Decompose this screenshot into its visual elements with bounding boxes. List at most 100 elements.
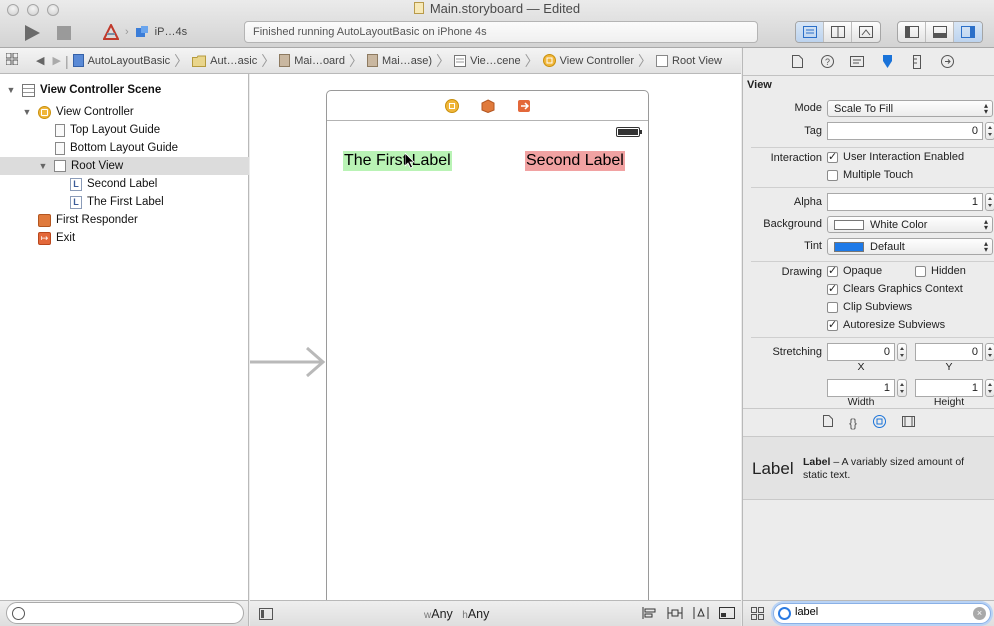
second-label[interactable]: Second Label bbox=[525, 151, 625, 171]
grid-view-icon[interactable] bbox=[751, 607, 764, 620]
size-inspector-tab[interactable] bbox=[909, 54, 925, 70]
run-button[interactable] bbox=[22, 24, 42, 42]
tag-stepper[interactable] bbox=[985, 122, 994, 140]
canvas-bottom-bar: wAny hAny bbox=[250, 600, 741, 626]
breadcrumb-storyboard[interactable]: Mai…oard bbox=[275, 54, 349, 67]
label-icon: L bbox=[70, 195, 82, 209]
breadcrumb-root-view[interactable]: Root View bbox=[652, 54, 726, 67]
exit-icon: ↦ bbox=[38, 231, 51, 245]
tag-field[interactable]: 0 bbox=[827, 122, 983, 140]
scheme-separator-icon: › bbox=[125, 26, 129, 38]
toggle-utilities-button[interactable] bbox=[954, 22, 982, 42]
scheme-selector[interactable]: › iP…4s bbox=[103, 22, 187, 42]
stretch-y-field[interactable]: 0 bbox=[915, 343, 983, 361]
stretch-x-field[interactable]: 0 bbox=[827, 343, 895, 361]
outline-top-layout-guide-row[interactable]: Top Layout Guide bbox=[0, 121, 249, 139]
user-interaction-checkbox[interactable]: User Interaction Enabled bbox=[827, 150, 964, 163]
stretch-y-stepper[interactable] bbox=[985, 343, 994, 361]
view-controller-scene[interactable]: The First Label Second Label bbox=[326, 90, 649, 600]
pin-button[interactable] bbox=[667, 606, 683, 620]
connections-icon bbox=[940, 55, 954, 68]
first-label[interactable]: The First Label bbox=[343, 151, 452, 171]
mouse-cursor-icon bbox=[405, 153, 415, 169]
media-library-tab[interactable] bbox=[902, 415, 915, 430]
breadcrumb-scene[interactable]: Vie…cene bbox=[450, 54, 525, 67]
dock-exit-icon[interactable] bbox=[517, 99, 531, 113]
breadcrumb-storyboard-base[interactable]: Mai…ase) bbox=[363, 54, 436, 67]
disclosure-triangle-icon[interactable]: ▼ bbox=[6, 85, 16, 95]
multiple-touch-checkbox[interactable]: Multiple Touch bbox=[827, 169, 913, 181]
view-icon bbox=[656, 54, 669, 67]
clears-graphics-checkbox[interactable]: Clears Graphics Context bbox=[827, 282, 963, 295]
toggle-navigator-button[interactable] bbox=[898, 22, 926, 42]
file-template-library-tab[interactable] bbox=[822, 415, 833, 430]
outline-view-controller-row[interactable]: ▼ View Controller bbox=[0, 103, 249, 121]
background-color-popup[interactable]: White Color ▴ ▾ bbox=[827, 216, 993, 233]
breadcrumb-label: Mai…ase) bbox=[381, 54, 433, 67]
align-button[interactable] bbox=[641, 606, 657, 620]
stretch-height-stepper[interactable] bbox=[985, 379, 994, 397]
object-library-tab[interactable] bbox=[873, 414, 886, 431]
checkbox-label: Opaque bbox=[843, 265, 883, 277]
outline-filter-field[interactable] bbox=[6, 602, 244, 624]
identity-inspector-tab[interactable] bbox=[849, 54, 865, 70]
outline-second-label-row[interactable]: L Second Label bbox=[0, 175, 249, 193]
activity-status-text: Finished running AutoLayoutBasic on iPho… bbox=[253, 26, 487, 38]
outline-exit-row[interactable]: ↦ Exit bbox=[0, 229, 249, 247]
related-items-icon[interactable] bbox=[5, 52, 19, 68]
toggle-debug-area-button[interactable] bbox=[926, 22, 954, 42]
breadcrumb-group[interactable]: Aut…asic bbox=[188, 55, 261, 67]
navigator-panel-icon bbox=[904, 26, 919, 38]
tint-color-popup[interactable]: Default ▴ ▾ bbox=[827, 238, 993, 255]
outline-first-label-row[interactable]: L The First Label bbox=[0, 193, 249, 211]
alpha-stepper[interactable] bbox=[985, 193, 994, 211]
library-item-label[interactable]: Label Label – A variably sized amount of… bbox=[743, 436, 994, 500]
forward-button[interactable]: ▶ bbox=[48, 54, 64, 67]
dock-first-responder-icon[interactable] bbox=[481, 98, 495, 113]
standard-editor-button[interactable] bbox=[796, 22, 824, 42]
stop-button[interactable] bbox=[56, 25, 72, 41]
disclosure-triangle-icon[interactable]: ▼ bbox=[38, 161, 48, 171]
file-icon bbox=[791, 55, 803, 68]
library-search-field[interactable]: × bbox=[773, 603, 991, 624]
alpha-field[interactable]: 1 bbox=[827, 193, 983, 211]
connections-inspector-tab[interactable] bbox=[939, 54, 955, 70]
library-search-input[interactable] bbox=[795, 606, 965, 618]
storyboard-canvas[interactable]: The First Label Second Label bbox=[250, 74, 741, 600]
code-snippet-library-tab[interactable]: {} bbox=[849, 416, 857, 430]
breadcrumb-project[interactable]: AutoLayoutBasic bbox=[69, 54, 175, 67]
stretch-width-stepper[interactable] bbox=[897, 379, 907, 397]
activity-status: Finished running AutoLayoutBasic on iPho… bbox=[244, 21, 758, 43]
opaque-checkbox[interactable]: Opaque bbox=[827, 264, 883, 277]
autoresize-subviews-checkbox[interactable]: Autoresize Subviews bbox=[827, 318, 945, 331]
dock-view-controller-icon[interactable] bbox=[444, 98, 459, 113]
stretch-x-label: X bbox=[857, 361, 865, 373]
grid-icon bbox=[5, 52, 19, 66]
toggle-outline-icon[interactable] bbox=[259, 608, 273, 620]
outline-scene-row[interactable]: ▼ View Controller Scene bbox=[0, 81, 249, 99]
back-button[interactable]: ◀ bbox=[32, 54, 48, 67]
storyboard-document-icon bbox=[413, 2, 424, 14]
resolve-issues-button[interactable] bbox=[693, 606, 709, 620]
version-editor-button[interactable] bbox=[852, 22, 880, 42]
breadcrumb-label: Root View bbox=[672, 54, 722, 67]
clear-search-icon[interactable]: × bbox=[973, 607, 986, 620]
stretch-x-stepper[interactable] bbox=[897, 343, 907, 361]
disclosure-triangle-icon[interactable]: ▼ bbox=[22, 107, 32, 117]
library-item-description: Label – A variably sized amount of stati… bbox=[803, 456, 989, 482]
outline-first-responder-row[interactable]: First Responder bbox=[0, 211, 249, 229]
assistant-editor-button[interactable] bbox=[824, 22, 852, 42]
outline-bottom-layout-guide-row[interactable]: Bottom Layout Guide bbox=[0, 139, 249, 157]
attributes-inspector-tab[interactable] bbox=[879, 54, 895, 70]
breadcrumb-view-controller[interactable]: View Controller bbox=[539, 54, 638, 67]
clip-subviews-checkbox[interactable]: Clip Subviews bbox=[827, 301, 912, 313]
file-inspector-tab[interactable] bbox=[789, 54, 805, 70]
stretch-width-field[interactable]: 1 bbox=[827, 379, 895, 397]
size-class-control[interactable]: wAny hAny bbox=[424, 607, 489, 621]
hidden-checkbox[interactable]: Hidden bbox=[915, 265, 966, 277]
mode-popup[interactable]: Scale To Fill ▴ ▾ bbox=[827, 100, 993, 117]
quick-help-tab[interactable]: ? bbox=[819, 54, 835, 70]
stretch-height-field[interactable]: 1 bbox=[915, 379, 983, 397]
outline-root-view-row[interactable]: ▼ Root View bbox=[0, 157, 249, 175]
resizing-behavior-button[interactable] bbox=[719, 606, 735, 620]
